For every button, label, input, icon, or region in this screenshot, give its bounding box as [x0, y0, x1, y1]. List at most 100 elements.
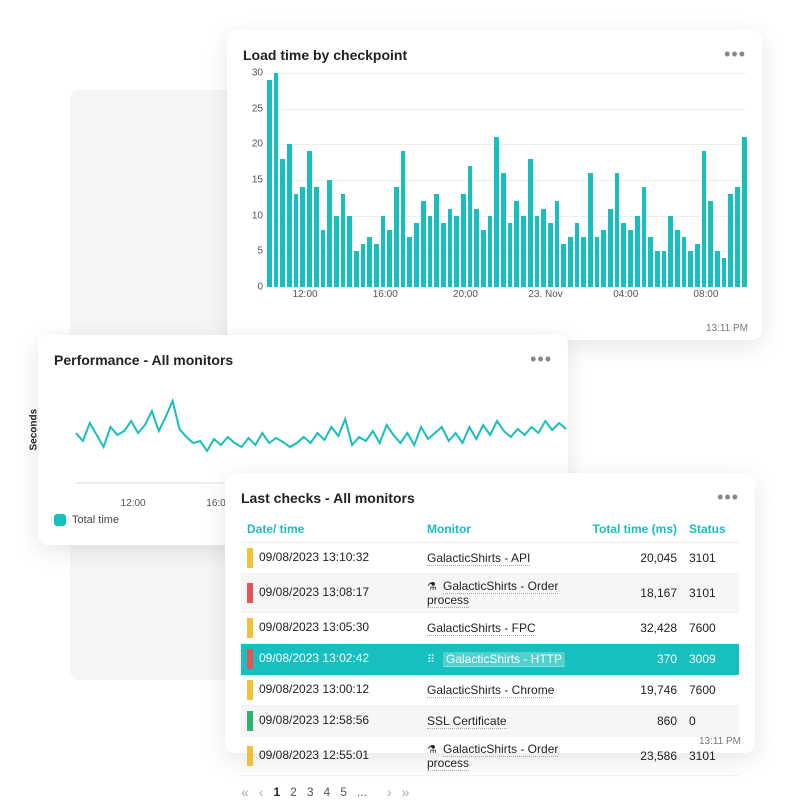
bar [488, 216, 493, 287]
bar [267, 80, 272, 287]
page-last-icon[interactable]: » [402, 784, 410, 800]
bar [728, 194, 733, 287]
bar [561, 244, 566, 287]
bar [347, 216, 352, 287]
table-row[interactable]: 09/08/2023 13:00:12GalacticShirts - Chro… [241, 675, 739, 706]
page-number[interactable]: 2 [290, 785, 297, 799]
cell-monitor[interactable]: GalacticShirts - Order process [427, 742, 558, 771]
cell-monitor[interactable]: GalacticShirts - FPC [427, 621, 536, 636]
bar [501, 173, 506, 287]
table-row[interactable]: 09/08/2023 12:55:01⚗GalacticShirts - Ord… [241, 737, 739, 776]
cell-monitor[interactable]: GalacticShirts - Chrome [427, 683, 554, 698]
y-axis-label: Seconds [29, 409, 40, 451]
bar [642, 187, 647, 287]
cell-monitor[interactable]: GalacticShirts - HTTP [443, 652, 565, 667]
col-status[interactable]: Status [683, 516, 739, 543]
page-first-icon[interactable]: « [241, 784, 249, 800]
bar [367, 237, 372, 287]
timestamp-label: 13:11 PM [706, 323, 748, 334]
bar [742, 137, 747, 287]
bar [621, 223, 626, 287]
card-last-checks: Last checks - All monitors ••• Date/ tim… [225, 473, 755, 753]
cell-monitor[interactable]: GalacticShirts - API [427, 551, 530, 566]
bar [341, 194, 346, 287]
bar [474, 209, 479, 287]
cell-totaltime: 32,428 [583, 613, 683, 644]
bar [655, 251, 660, 287]
y-tick: 30 [252, 68, 263, 79]
col-totaltime[interactable]: Total time (ms) [583, 516, 683, 543]
bar [381, 216, 386, 287]
bar [294, 194, 299, 287]
x-tick: 20:00 [453, 289, 478, 300]
legend-swatch-icon [54, 514, 66, 526]
bar [708, 201, 713, 287]
bar [575, 223, 580, 287]
cell-monitor[interactable]: SSL Certificate [427, 714, 507, 729]
bar [628, 230, 633, 287]
table-row[interactable]: 09/08/2023 13:02:42⠿GalacticShirts - HTT… [241, 644, 739, 675]
bar [541, 209, 546, 287]
bar [555, 201, 560, 287]
bar [334, 216, 339, 287]
bar [407, 237, 412, 287]
bar [608, 209, 613, 287]
table-row[interactable]: 09/08/2023 12:58:56SSL Certificate8600 [241, 706, 739, 737]
cell-status: 7600 [683, 613, 739, 644]
more-icon[interactable]: ••• [717, 487, 739, 508]
x-tick: 12:00 [121, 498, 146, 509]
bar [688, 251, 693, 287]
bar [601, 230, 606, 287]
status-color-icon [247, 711, 253, 731]
bar [461, 194, 466, 287]
status-color-icon [247, 680, 253, 700]
page-number[interactable]: 3 [307, 785, 314, 799]
more-icon[interactable]: ••• [530, 349, 552, 370]
monitor-type-icon: ⚗ [427, 743, 439, 756]
bar [454, 216, 459, 287]
col-datetime[interactable]: Date/ time [241, 516, 421, 543]
x-tick: 08:00 [693, 289, 718, 300]
timestamp-label: 13:11 PM [699, 736, 741, 747]
bar [481, 230, 486, 287]
y-tick: 20 [252, 139, 263, 150]
page-prev-icon[interactable]: ‹ [259, 784, 264, 800]
page-number[interactable]: 5 [340, 785, 347, 799]
legend-label: Total time [72, 514, 119, 526]
bar [588, 173, 593, 287]
cell-status: 3101 [683, 543, 739, 574]
col-monitor[interactable]: Monitor [421, 516, 583, 543]
table-row[interactable]: 09/08/2023 13:08:17⚗GalacticShirts - Ord… [241, 574, 739, 613]
status-color-icon [247, 548, 253, 568]
bar [414, 223, 419, 287]
cell-monitor[interactable]: GalacticShirts - Order process [427, 579, 558, 608]
cell-datetime: 09/08/2023 13:08:17 [259, 585, 369, 599]
checks-table: Date/ time Monitor Total time (ms) Statu… [241, 516, 739, 776]
y-tick: 25 [252, 103, 263, 114]
bar [702, 151, 707, 287]
bar [508, 223, 513, 287]
bar [434, 194, 439, 287]
page-number[interactable]: 4 [324, 785, 331, 799]
table-row[interactable]: 09/08/2023 13:10:32GalacticShirts - API2… [241, 543, 739, 574]
bar [394, 187, 399, 287]
cell-datetime: 09/08/2023 12:58:56 [259, 713, 369, 727]
cell-totaltime: 23,586 [583, 737, 683, 776]
y-tick: 0 [257, 282, 263, 293]
cell-totaltime: 860 [583, 706, 683, 737]
card-load-time: Load time by checkpoint ••• 051015202530… [227, 30, 762, 340]
card-title: Last checks - All monitors [241, 490, 415, 506]
bar [314, 187, 319, 287]
cell-totaltime: 19,746 [583, 675, 683, 706]
status-color-icon [247, 618, 253, 638]
page-number[interactable]: 1 [273, 785, 280, 799]
more-icon[interactable]: ••• [724, 44, 746, 65]
bar [548, 223, 553, 287]
x-tick: 12:00 [293, 289, 318, 300]
page-next-icon[interactable]: › [387, 784, 392, 800]
bar [735, 187, 740, 287]
cell-status: 7600 [683, 675, 739, 706]
table-row[interactable]: 09/08/2023 13:05:30GalacticShirts - FPC3… [241, 613, 739, 644]
cell-status: 3009 [683, 644, 739, 675]
bar [421, 201, 426, 287]
